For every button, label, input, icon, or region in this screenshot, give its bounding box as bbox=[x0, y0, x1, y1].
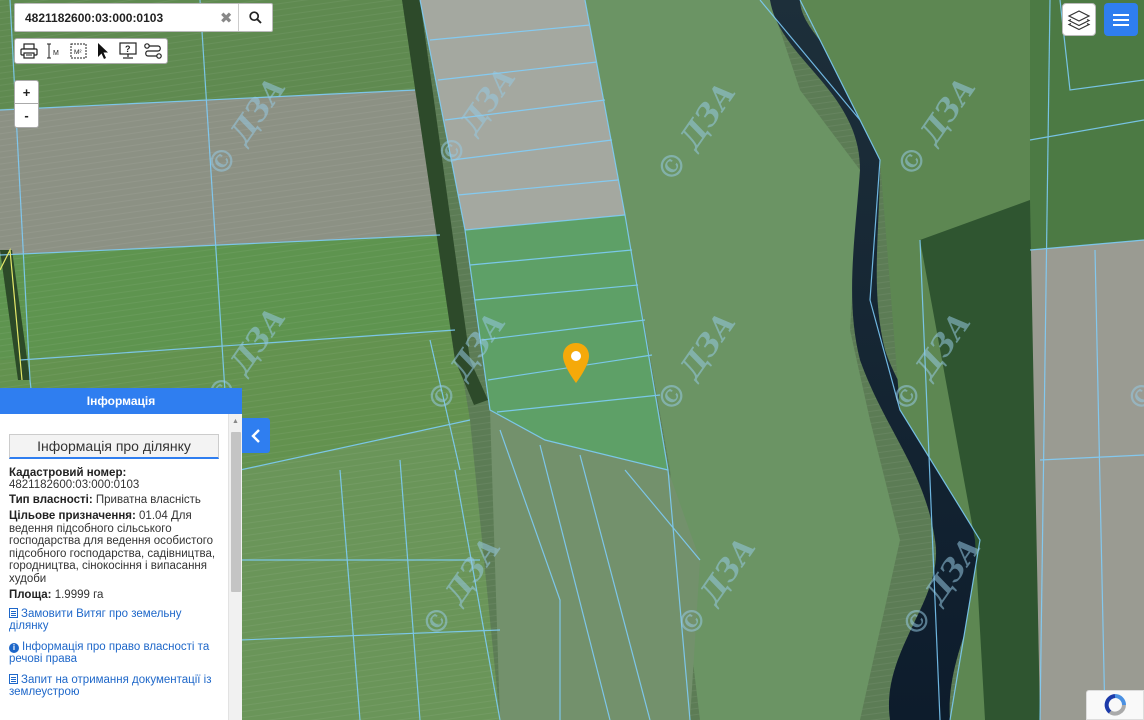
search-button[interactable] bbox=[238, 4, 272, 31]
info-panel-header: Інформація bbox=[0, 388, 242, 414]
documentation-request-link[interactable]: Запит на отримання документації із земле… bbox=[9, 674, 219, 698]
print-icon bbox=[20, 43, 38, 59]
route-icon bbox=[143, 43, 162, 59]
info-icon: i bbox=[9, 643, 19, 653]
order-extract-label: Замовити Витяг про земельну ділянку bbox=[9, 608, 182, 632]
layers-button[interactable] bbox=[1062, 3, 1096, 36]
svg-text:M: M bbox=[53, 50, 59, 57]
chevron-left-icon bbox=[251, 428, 260, 443]
info-panel-scrollbar[interactable]: ▲ bbox=[228, 414, 242, 720]
cadastral-number-row: Кадастровий номер: 4821182600:03:000:010… bbox=[9, 467, 219, 491]
menu-button[interactable] bbox=[1104, 3, 1138, 36]
document-icon bbox=[9, 674, 18, 684]
measure-distance-button[interactable]: M bbox=[42, 40, 67, 62]
area-value: 1.9999 га bbox=[54, 589, 104, 601]
select-button[interactable] bbox=[91, 40, 116, 62]
documentation-request-label: Запит на отримання документації із земле… bbox=[9, 674, 212, 698]
search-bar: ✖ bbox=[14, 3, 273, 32]
cadastral-number-value: 4821182600:03:000:0103 bbox=[9, 479, 140, 491]
pointer-icon bbox=[98, 43, 109, 59]
area-label: Площа: bbox=[9, 589, 52, 601]
info-panel-body: Інформація про ділянку Кадастровий номер… bbox=[0, 414, 228, 720]
info-panel: Інформація Інформація про ділянку Кадаст… bbox=[0, 388, 242, 720]
scroll-up-icon[interactable]: ▲ bbox=[232, 418, 239, 425]
search-input[interactable] bbox=[15, 4, 215, 31]
purpose-row: Цільове призначення: 01.04 Для ведення п… bbox=[9, 510, 219, 585]
print-button[interactable] bbox=[17, 40, 42, 62]
collapse-panel-button[interactable] bbox=[242, 418, 270, 453]
ownership-label: Тип власності: bbox=[9, 494, 93, 506]
hamburger-icon bbox=[1113, 13, 1129, 26]
location-marker-icon[interactable] bbox=[562, 342, 590, 384]
identify-icon: ? bbox=[119, 42, 137, 59]
close-icon: ✖ bbox=[219, 9, 233, 27]
identify-button[interactable]: ? bbox=[116, 40, 141, 62]
section-title: Інформація про ділянку bbox=[9, 434, 219, 459]
zoom-in-button[interactable]: + bbox=[14, 80, 39, 104]
map-toolbar: M M² ? bbox=[14, 38, 168, 64]
ruler-icon: M bbox=[47, 43, 59, 59]
svg-text:M²: M² bbox=[74, 49, 82, 56]
purpose-label: Цільове призначення: bbox=[9, 510, 136, 522]
ownership-info-link[interactable]: i Інформація про право власності та речов… bbox=[9, 641, 219, 665]
measure-area-button[interactable]: M² bbox=[66, 40, 91, 62]
route-button[interactable] bbox=[140, 40, 165, 62]
zoom-out-button[interactable]: - bbox=[14, 104, 39, 128]
clear-search-button[interactable]: ✖ bbox=[214, 4, 238, 31]
search-icon bbox=[249, 11, 262, 24]
ownership-value: Приватна власність bbox=[95, 494, 201, 506]
layers-icon bbox=[1067, 9, 1091, 30]
cadastral-number-label: Кадастровий номер: bbox=[9, 467, 127, 479]
recaptcha-icon bbox=[1104, 694, 1126, 716]
area-icon: M² bbox=[70, 43, 87, 59]
recaptcha-badge[interactable] bbox=[1086, 690, 1144, 720]
area-row: Площа: 1.9999 га bbox=[9, 589, 219, 602]
ownership-info-label: Інформація про право власності та речові… bbox=[9, 641, 210, 665]
scrollbar-thumb[interactable] bbox=[231, 432, 241, 592]
svg-text:?: ? bbox=[125, 44, 131, 54]
ownership-row: Тип власності: Приватна власність bbox=[9, 494, 219, 507]
order-extract-link[interactable]: Замовити Витяг про земельну ділянку bbox=[9, 608, 219, 632]
document-icon bbox=[9, 608, 18, 618]
